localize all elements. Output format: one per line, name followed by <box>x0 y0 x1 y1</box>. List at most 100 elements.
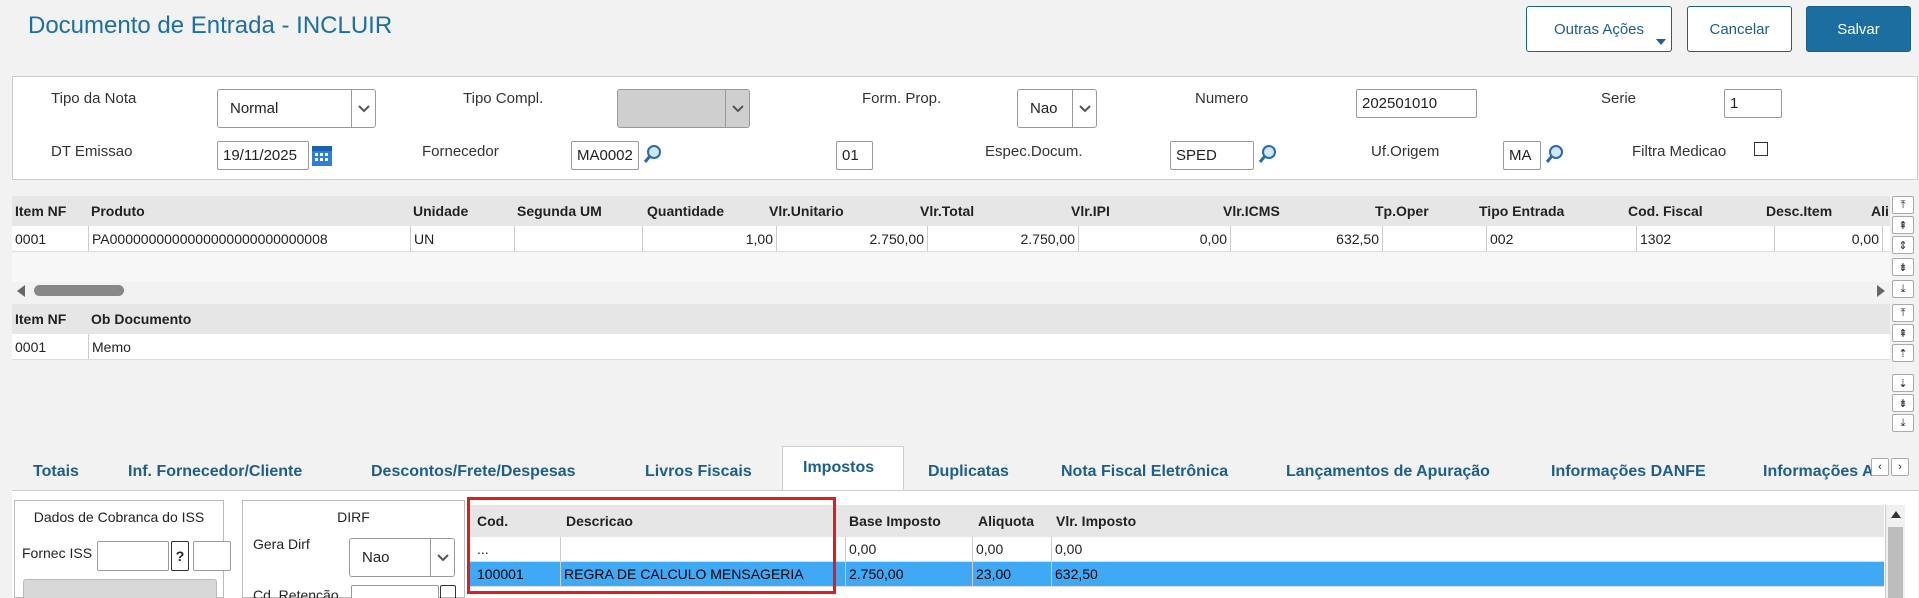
calendar-icon[interactable] <box>311 143 333 170</box>
col-item-nf: Item NF <box>15 203 67 219</box>
col-vlr-total: Vlr.Total <box>920 203 975 219</box>
espec-docum-input[interactable]: SPED <box>1170 141 1254 170</box>
cell-unidade: UN <box>410 226 512 251</box>
tab-descontos[interactable]: Descontos/Frete/Despesas <box>371 463 576 481</box>
col-segunda-um: Segunda UM <box>517 203 602 219</box>
tab-inf-fornecedor[interactable]: Inf. Fornecedor/Cliente <box>128 463 302 481</box>
nav-down-icon[interactable]: ⇣ <box>1892 374 1914 392</box>
cd-retencao-input[interactable] <box>351 585 439 598</box>
filtra-medicao-label: Filtra Medicao <box>1632 143 1727 160</box>
scroll-left-icon[interactable] <box>17 285 25 297</box>
gera-dirf-select[interactable]: Nao <box>349 538 455 577</box>
fornec-iss-label: Fornec ISS <box>22 545 93 561</box>
cd-retencao-label: Cd. Retenção <box>253 587 339 598</box>
dirf-title: DIRF <box>337 509 370 525</box>
tab-danfe[interactable]: Informações DANFE <box>1551 463 1706 481</box>
nav-prev-icon[interactable]: ⇞ <box>1892 216 1914 234</box>
nav-next-icon[interactable]: ⇟ <box>1892 394 1914 412</box>
cell-tp-oper <box>1382 226 1486 251</box>
nav-first-icon[interactable]: ⤒ <box>1892 304 1914 322</box>
fornecedor-label: Fornecedor <box>422 143 499 160</box>
help-button[interactable]: ? <box>171 541 189 571</box>
cell-quantidade: 1,00 <box>642 226 776 251</box>
tab-duplicatas[interactable]: Duplicatas <box>928 463 1009 481</box>
col-quantidade: Quantidade <box>647 203 725 219</box>
fornec-iss-loja-input[interactable] <box>193 541 231 571</box>
tab-impostos-label: Impostos <box>803 459 875 476</box>
cell-item-nf: 0001 <box>15 230 47 247</box>
tipo-nota-select[interactable]: Normal <box>217 89 376 128</box>
dirf-panel: DIRF Gera Dirf Nao Cd. Retenção <box>242 500 465 598</box>
fornec-iss-input[interactable] <box>97 541 169 571</box>
search-icon[interactable] <box>643 144 663 167</box>
scroll-up-icon[interactable] <box>1891 511 1901 518</box>
iss-panel: Dados de Cobranca do ISS Fornec ISS ? <box>14 500 231 598</box>
nav-first-icon[interactable]: ⤒ <box>1892 196 1914 214</box>
table-row[interactable]: 0001 Memo <box>12 334 1890 360</box>
dt-emissao-label: DT Emissao <box>51 143 133 160</box>
nav-up-down-icon[interactable]: ⇕ <box>1892 236 1914 254</box>
cell-cod-fiscal: 1302 <box>1636 226 1774 251</box>
tipo-compl-select[interactable] <box>617 89 750 128</box>
cell-ob-documento: Memo <box>88 334 1888 359</box>
col-vlr-ipi: Vlr.IPI <box>1071 203 1110 219</box>
tab-impostos[interactable]: Impostos <box>782 446 904 490</box>
cancel-button[interactable]: Cancelar <box>1687 6 1792 52</box>
iss-title: Dados de Cobranca do ISS <box>33 509 205 525</box>
nav-prev-icon[interactable]: ⇞ <box>1892 324 1914 342</box>
col-ob-documento: Ob Documento <box>91 311 192 327</box>
cell-base-imposto: 0,00 <box>845 537 972 561</box>
tax-grid-scrollbar[interactable] <box>1885 505 1905 598</box>
outras-acoes-label: Outras Ações <box>1553 20 1645 38</box>
tab-totais[interactable]: Totais <box>33 463 79 481</box>
scroll-right-icon[interactable] <box>1877 285 1885 297</box>
loja-input[interactable]: 01 <box>836 141 873 170</box>
cell-produto: PA0000000000000000000000000008 <box>88 226 408 251</box>
cell-vlr-imposto: 632,50 <box>1051 562 1181 586</box>
save-button[interactable]: Salvar <box>1806 6 1911 52</box>
cell-vlr-ipi: 0,00 <box>1078 226 1230 251</box>
col-ali: Ali <box>1871 203 1889 219</box>
cell-vlr-icms: 632,50 <box>1230 226 1382 251</box>
nav-last-icon[interactable]: ⤓ <box>1892 280 1914 298</box>
tab-prev-icon[interactable]: ‹ <box>1871 458 1889 476</box>
cell-vlr-unitario: 2.750,00 <box>776 226 927 251</box>
gera-dirf-label: Gera Dirf <box>253 536 310 552</box>
outras-acoes-button[interactable]: Outras Ações <box>1526 6 1672 52</box>
col-tipo-entrada: Tipo Entrada <box>1479 203 1565 219</box>
cell-segunda-um <box>514 226 642 251</box>
iss-action-button[interactable] <box>23 579 217 598</box>
page-title: Documento de Entrada - INCLUIR <box>28 12 393 39</box>
form-prop-value: Nao <box>1030 100 1058 117</box>
numero-label: Numero <box>1195 90 1249 107</box>
tipo-nota-value: Normal <box>230 100 279 117</box>
nav-last-icon[interactable]: ⤓ <box>1892 414 1914 432</box>
uf-origem-label: Uf.Origem <box>1371 143 1440 160</box>
dt-emissao-input[interactable]: 19/11/2025 <box>217 141 309 170</box>
nav-up-icon[interactable]: ⇡ <box>1892 344 1914 362</box>
serie-input[interactable]: 1 <box>1724 89 1782 118</box>
chevron-down-icon <box>1072 90 1096 127</box>
search-icon[interactable] <box>1258 144 1278 167</box>
cell-aliquota: 23,00 <box>972 562 1051 586</box>
help-button[interactable] <box>440 585 456 598</box>
tab-livros-fiscais[interactable]: Livros Fiscais <box>645 463 752 481</box>
nav-next-icon[interactable]: ⇟ <box>1892 258 1914 276</box>
search-icon[interactable] <box>1545 144 1565 167</box>
table-row[interactable]: 0001 PA0000000000000000000000000008 UN 1… <box>12 226 1890 252</box>
uf-origem-input[interactable]: MA <box>1503 141 1541 170</box>
filtra-medicao-checkbox[interactable] <box>1754 142 1768 156</box>
cell-desc-item: 0,00 <box>1774 226 1882 251</box>
form-prop-select[interactable]: Nao <box>1017 89 1097 128</box>
tab-next-icon[interactable]: › <box>1891 458 1909 476</box>
fornecedor-input[interactable]: MA0002 <box>571 141 639 170</box>
tab-nfe[interactable]: Nota Fiscal Eletrônica <box>1061 463 1228 481</box>
chevron-down-icon <box>725 90 749 127</box>
horizontal-scrollbar-thumb[interactable] <box>34 285 124 296</box>
espec-docum-label: Espec.Docum. <box>985 143 1083 160</box>
scrollbar-thumb[interactable] <box>1888 527 1903 598</box>
numero-input[interactable]: 202501010 <box>1356 89 1477 118</box>
col-base-imposto: Base Imposto <box>849 513 941 529</box>
col-vlr-icms: Vlr.ICMS <box>1223 203 1280 219</box>
tab-lancamentos[interactable]: Lançamentos de Apuração <box>1286 463 1490 481</box>
